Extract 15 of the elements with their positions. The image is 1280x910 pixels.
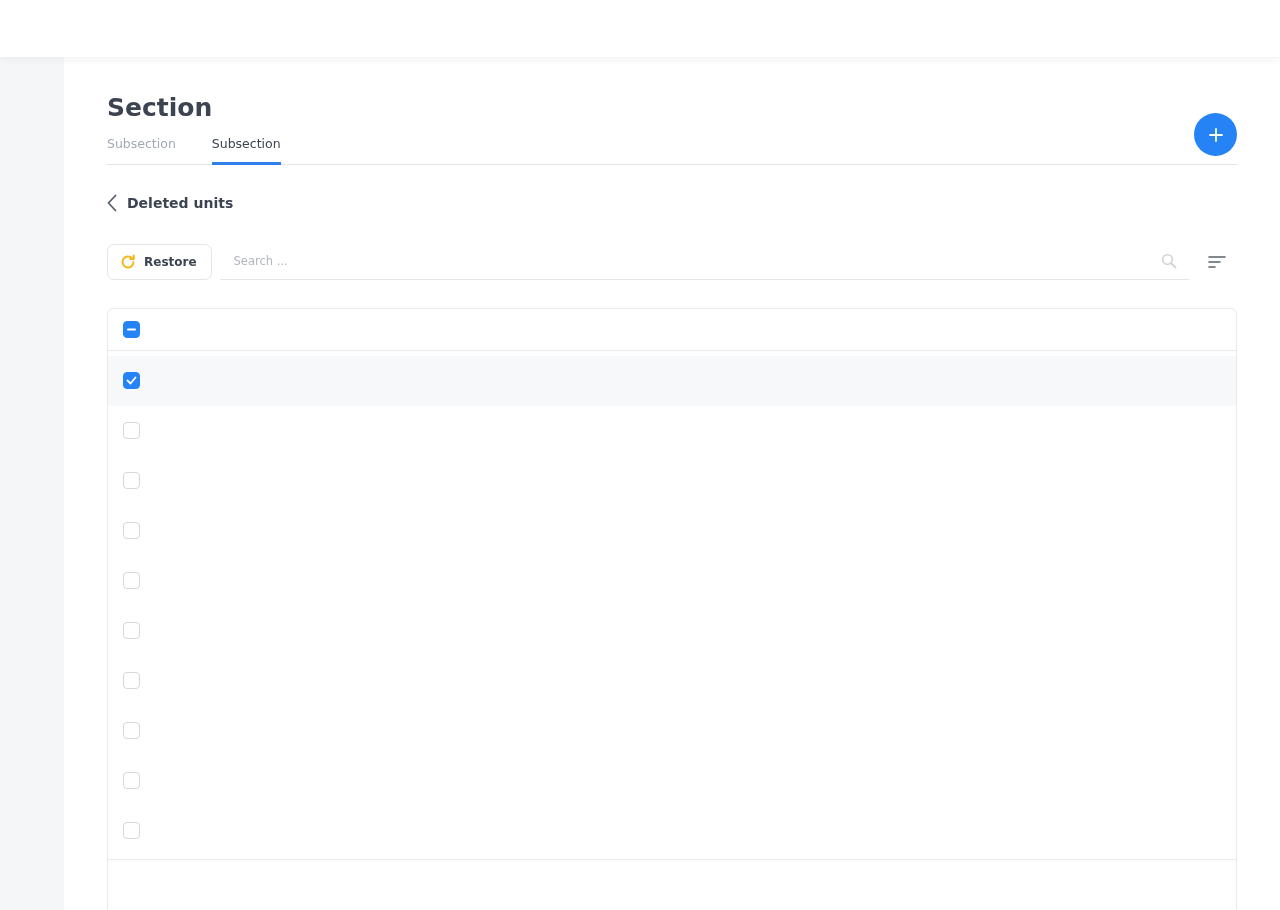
check-icon — [126, 376, 137, 386]
refresh-icon — [120, 253, 136, 270]
view-title: Deleted units — [127, 193, 234, 213]
restore-button[interactable]: Restore — [107, 243, 212, 280]
sort-icon — [1208, 254, 1226, 269]
minus-icon — [127, 327, 136, 331]
back-button[interactable] — [107, 194, 117, 213]
checkbox[interactable] — [123, 372, 140, 390]
add-button[interactable] — [1194, 113, 1237, 156]
search-field[interactable]: Search ... — [231, 251, 1161, 271]
tab[interactable]: Subsection — [211, 135, 281, 165]
plus-icon — [1207, 126, 1224, 143]
checkbox[interactable] — [123, 320, 140, 338]
page-title: Section — [107, 93, 214, 123]
search-icon — [1161, 253, 1177, 270]
